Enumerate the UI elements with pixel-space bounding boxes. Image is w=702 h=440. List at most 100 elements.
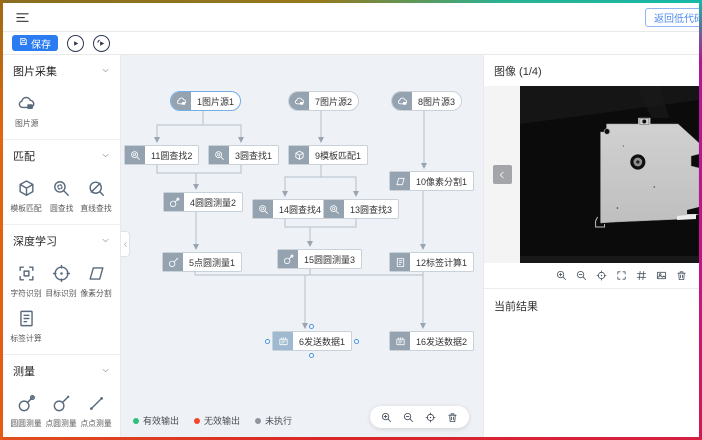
save-button[interactable]: 保存 [12, 35, 58, 51]
sidebar-item[interactable]: 圆查找 [44, 179, 79, 214]
flow-node[interactable]: 13圆查找3 [323, 199, 399, 219]
node-label: 14圆查找4 [273, 200, 327, 218]
send-data-icon [273, 332, 293, 350]
sidebar-section: 匹配模板匹配圆查找直线查找 [3, 140, 120, 225]
canvas-fit-view-button[interactable] [425, 412, 436, 423]
node-label: 16发送数据2 [410, 332, 473, 350]
flow-node[interactable]: 10像素分割1 [389, 171, 474, 191]
canvas-zoom-out-button[interactable] [403, 412, 414, 423]
node-label: 11圆查找2 [145, 146, 198, 164]
send-data-icon [390, 332, 410, 350]
sidebar-item[interactable]: 模板匹配 [9, 179, 44, 214]
flow-node[interactable]: 14圆查找4 [252, 199, 328, 219]
image-zoom-out-button[interactable] [576, 270, 587, 281]
sidebar-item[interactable]: 图片源 [9, 94, 44, 129]
main-body: 图片采集图片源匹配模板匹配圆查找直线查找深度学习字符识别目标识别像素分割标签计算… [3, 55, 699, 437]
run-continuous-button[interactable] [93, 35, 110, 52]
flow-node[interactable]: 15圆圆测量3 [277, 249, 362, 269]
sidebar-item[interactable]: 像素分割 [79, 264, 114, 299]
chevron-down-icon[interactable] [101, 62, 110, 80]
sidebar-section: 深度学习字符识别目标识别像素分割标签计算 [3, 225, 120, 355]
flow-node[interactable]: 4圆圆测量2 [163, 192, 243, 212]
sidebar-section-header[interactable]: 深度学习 [3, 225, 120, 258]
legend-label: 未执行 [265, 414, 292, 427]
flow-node[interactable]: 3圆查找1 [208, 145, 279, 165]
image-locate-button[interactable] [596, 270, 607, 281]
flow-node[interactable]: 11圆查找2 [124, 145, 199, 165]
node-port[interactable] [309, 353, 314, 358]
flow-node[interactable]: 9模板匹配1 [288, 145, 368, 165]
flow-node[interactable]: 8图片源3 [391, 91, 462, 111]
menu-icon[interactable] [14, 10, 30, 26]
image-fullscreen-button[interactable] [616, 270, 627, 281]
canvas-zoom-in-button[interactable] [381, 412, 392, 423]
legend-item: 无效输出 [194, 414, 240, 427]
measure-pc-icon [52, 394, 71, 413]
sidebar-item-label: 直线查找 [81, 202, 112, 213]
sidebar-section-header[interactable]: 图片采集 [3, 55, 120, 88]
doc-calc-icon [390, 253, 410, 271]
node-label: 9模板匹配1 [309, 146, 367, 164]
measure-cc-icon [278, 250, 298, 268]
canvas-controls [370, 406, 469, 428]
template-match-icon [289, 146, 309, 164]
chevron-down-icon[interactable] [101, 147, 110, 165]
pixel-seg-icon [390, 172, 410, 190]
prev-image-button[interactable] [493, 165, 512, 184]
measure-cc-icon [164, 193, 184, 211]
flow-node[interactable]: 6发送数据1 [272, 331, 352, 351]
sidebar-item[interactable]: 点点测量 [79, 394, 114, 429]
sidebar-item[interactable]: 直线查找 [79, 179, 114, 214]
image-clear-button[interactable] [676, 270, 687, 281]
sidebar-item-label: 标签计算 [11, 332, 42, 343]
node-label: 10像素分割1 [410, 172, 473, 190]
sidebar-section-header[interactable]: 匹配 [3, 140, 120, 173]
frame-border-top [0, 0, 702, 3]
sidebar-item-label: 字符识别 [11, 287, 42, 298]
sidebar-collapse-handle[interactable] [121, 231, 130, 257]
section-title: 图片采集 [13, 63, 57, 79]
flow-canvas[interactable]: 1图片源1 7图片源2 8图片源3 11圆查找2 3圆查找1 9模板匹配1 10像素分割1 4… [121, 55, 483, 437]
target-icon [52, 264, 71, 283]
node-label: 3圆查找1 [229, 146, 278, 164]
play-loop-icon [96, 38, 107, 49]
flow-node[interactable]: 1图片源1 [170, 91, 241, 111]
measure-cc-icon [17, 394, 36, 413]
flow-node[interactable]: 16发送数据2 [389, 331, 474, 351]
circle-find-icon [324, 200, 344, 218]
flow-edges [121, 55, 483, 437]
node-label: 12标签计算1 [410, 253, 473, 271]
node-port[interactable] [265, 339, 270, 344]
inspection-image [520, 86, 699, 263]
chevron-down-icon[interactable] [101, 232, 110, 250]
flow-node[interactable]: 7图片源2 [288, 91, 359, 111]
sidebar-item[interactable]: 标签计算 [9, 309, 44, 344]
sidebar-item[interactable]: 目标识别 [44, 264, 79, 299]
back-to-lowcode-button[interactable]: 返回低代码 [645, 8, 702, 27]
tool-sidebar: 图片采集图片源匹配模板匹配圆查找直线查找深度学习字符识别目标识别像素分割标签计算… [3, 55, 121, 437]
sidebar-item[interactable]: 点圆测量 [44, 394, 79, 429]
frame-border-left [0, 0, 3, 440]
legend-dot [194, 418, 200, 424]
node-label: 6发送数据1 [293, 332, 351, 350]
ocr-icon [17, 264, 36, 283]
sidebar-item[interactable]: 圆圆测量 [9, 394, 44, 429]
flow-node[interactable]: 5点圆测量1 [162, 252, 242, 272]
node-port[interactable] [354, 339, 359, 344]
app-window: 返回低代码 保存 图片采集图片源匹配模板匹配圆查找直线查找深度学习字符识别目标识… [0, 0, 702, 440]
image-grid-button[interactable] [636, 270, 647, 281]
node-port[interactable] [309, 324, 314, 329]
circle-find-icon [52, 179, 71, 198]
sidebar-item[interactable]: 字符识别 [9, 264, 44, 299]
chevron-down-icon[interactable] [101, 362, 110, 380]
flow-node[interactable]: 12标签计算1 [389, 252, 474, 272]
image-fit-button[interactable] [656, 270, 667, 281]
sidebar-section-header[interactable]: 测量 [3, 355, 120, 388]
sidebar-item-label: 圆圆测量 [11, 417, 42, 428]
image-toolbar [484, 263, 699, 288]
image-zoom-in-button[interactable] [556, 270, 567, 281]
cloud-image-icon [392, 92, 412, 110]
canvas-clear-button[interactable] [447, 412, 458, 423]
node-label: 8图片源3 [412, 92, 461, 110]
run-button[interactable] [67, 35, 84, 52]
